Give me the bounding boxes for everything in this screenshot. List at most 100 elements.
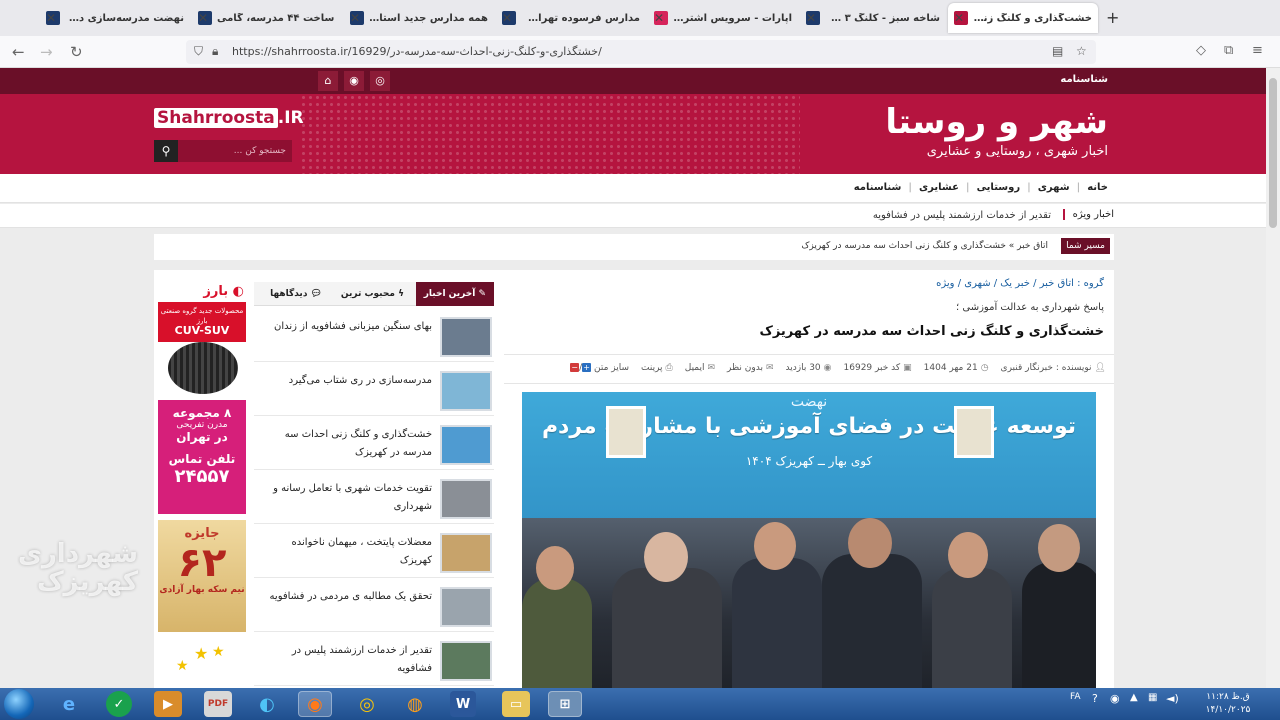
stars-advertisement[interactable]: ★ ★ ★ [158,638,246,688]
nav-item-rural[interactable]: روستایی [977,182,1021,193]
article-headline: خشت‌گذاری و کلنگ زنی احداث سه مدرسه در ک… [759,324,1104,339]
tab-close-icon[interactable]: ✕ [46,11,56,25]
news-thumbnail[interactable] [440,479,492,519]
volume-icon[interactable]: ◄) [1166,692,1179,705]
news-thumbnail[interactable] [440,425,492,465]
nav-item-urban[interactable]: شهری [1038,182,1070,193]
tab-close-icon[interactable]: ✕ [806,11,816,25]
language-indicator[interactable]: FA [1070,692,1081,702]
file-explorer-icon[interactable]: ▭ [502,691,530,717]
navigation-toolbar: ← → ↻ ⛉ 🔒︎ https://shahrroosta.ir/16929/… [0,36,1280,68]
tab-most-popular[interactable]: ϟ محبوب ترین [333,282,412,306]
menu-icon[interactable]: ≡ [1252,43,1263,58]
article-groups[interactable]: گروه : اتاق خبر / خبر یک / شهری / ویژه [936,278,1104,289]
tab-close-icon[interactable]: ✕ [654,11,664,25]
browser-tab-4[interactable]: مدارس فرسوده تهران از چرا ✕ [496,3,646,33]
list-item[interactable]: تقویت خدمات شهری با تعامل رسانه و شهردار… [254,472,494,524]
nav-item-home[interactable]: خانه [1087,182,1108,193]
browser-tab-3[interactable]: همه مدارس جدید استان تهران ✕ [344,3,494,33]
system-clock[interactable]: ق.ظ ۱۱:۲۸ ۱۴/۱۰/۲۰۲۵ [1198,691,1258,717]
address-bar[interactable]: ⛉ 🔒︎ https://shahrroosta.ir/16929/خشتگذا… [186,40,1096,64]
reader-view-icon[interactable]: ▤ [1052,44,1063,58]
breadcrumb-label: مسیر شما [1061,238,1110,254]
list-item[interactable]: تحقق یک مطالبه ی مردمی در فشافویه [254,580,494,632]
home-icon[interactable]: ⌂ [318,71,338,91]
font-decrease-icon[interactable]: − [570,363,580,372]
list-item[interactable]: معضلات پایتخت ، میهمان ناخوانده کهریزک [254,526,494,578]
remote-desktop-icon[interactable]: ⊞ [548,691,582,717]
firefox-tray-icon[interactable]: ◉ [1110,692,1120,705]
bookmark-star-icon[interactable]: ☆ [1076,44,1087,58]
news-thumbnail[interactable] [440,371,492,411]
tab-comments[interactable]: 💬︎ دیدگاهها [262,282,330,306]
search-icon[interactable]: ⚲ [154,140,178,162]
main-navigation: خانه | شهری | روستایی | عشایری | شناسنامه [0,174,1266,203]
chrome-icon[interactable]: ◎ [350,691,384,717]
browser-tab-active[interactable]: خشت‌گذاری و کلنگ زنی احد ✕ [948,3,1098,33]
scrollbar-thumb[interactable] [1269,78,1277,228]
tire-advertisement[interactable]: ◐ بارز محصولات جدید گروه صنعتی بارز CUV-… [158,282,246,394]
reload-icon[interactable]: ↻ [70,43,83,61]
list-item[interactable]: تقدیر از خدمات ارزشمند پلیس در فشافویه [254,634,494,686]
windows-start-icon[interactable] [4,689,34,719]
star-icon: ★ [194,644,209,663]
browser-tab-5[interactable]: آپارات - سرویس اشتراک ویدئو ✕ [648,3,798,33]
barez-logo-icon: ◐ [228,284,244,299]
shield-app-icon[interactable]: ✓ [106,691,132,717]
breadcrumb-path[interactable]: اتاق خبر » خشت‌گذاری و کلنگ زنی احداث سه… [801,241,1048,251]
list-item[interactable]: بهای سنگین میزبانی فشافویه از زندان [254,310,494,362]
news-thumbnail[interactable] [440,641,492,681]
new-tab-icon[interactable]: + [1106,8,1119,27]
internet-explorer-icon[interactable]: e [52,691,86,717]
recreation-advertisement[interactable]: ۸ مجموعه مدرن تفریحی در تهران تلفن تماس … [158,400,246,514]
tab-close-icon[interactable]: ✕ [502,11,512,25]
extensions-icon[interactable]: ⧉ [1224,43,1233,58]
barez-logo: ◐ بارز [203,284,244,299]
rss-icon[interactable]: ◉ [344,71,364,91]
help-icon[interactable]: ? [1092,692,1098,705]
tab-close-icon[interactable]: ✕ [350,11,360,25]
list-item[interactable]: مدرسه‌سازی در ری شتاب می‌گیرد [254,364,494,416]
network-icon[interactable]: ▦ [1148,692,1157,703]
site-brand[interactable]: Shahrroosta .IR [154,108,304,128]
nav-item-identity[interactable]: شناسنامه [854,182,902,193]
news-thumbnail[interactable] [440,587,492,627]
meta-email[interactable]: ✉ایمیل [685,363,715,373]
firefox-icon[interactable]: ◉ [298,691,332,717]
page-scrollbar[interactable] [1266,68,1280,688]
pocket-icon[interactable]: ◇ [1196,43,1206,58]
list-item[interactable]: خشت‌گذاری و کلنگ زنی احداث سه مدرسه در ک… [254,418,494,470]
app-icon-orange[interactable]: ◍ [398,691,432,717]
prize-advertisement[interactable]: جایزه ۶۲ نیم سکه بهار آزادی [158,520,246,632]
search-input[interactable] [181,143,286,159]
browser-tab-1[interactable]: نهضت مدرسه‌سازی در مشه ✕ [40,3,190,33]
municipality-watermark: شهرداری کهریزک [18,539,138,597]
url-text[interactable]: https://shahrroosta.ir/16929/خشتگذاری-و-… [232,45,602,58]
browser-tab-6[interactable]: شاخه سبز - کلنگ ۳ مدرسه در ✕ [800,3,946,33]
tab-latest-news[interactable]: ✎ آخرین اخبار [415,282,494,306]
shield-icon[interactable]: ⛉ [194,44,203,59]
back-icon[interactable]: ← [12,43,25,61]
pdf-icon[interactable]: PDF [204,691,232,717]
meta-comments[interactable]: ✉بدون نظر [727,363,773,373]
nav-item-nomadic[interactable]: عشایری [919,182,959,193]
font-increase-icon[interactable]: + [582,363,592,372]
lock-icon[interactable]: 🔒︎ [212,44,218,59]
media-player-icon[interactable]: ▶ [154,691,182,717]
instagram-icon[interactable]: ◎ [370,71,390,91]
news-thumbnail[interactable] [440,533,492,573]
edge-icon[interactable]: ◐ [250,691,284,717]
news-thumbnail[interactable] [440,317,492,357]
special-news-text[interactable]: تقدیر از خدمات ارزشمند پلیس در فشافویه [873,210,1051,221]
meta-print[interactable]: ⎙پرینت [641,363,673,373]
browser-tab-2[interactable]: ساخت ۴۴ مدرسه، گامی ✕ [192,3,342,33]
tab-close-icon[interactable]: ✕ [198,11,208,25]
forward-icon[interactable]: → [40,43,53,61]
site-logo-title[interactable]: شهر و روستا [885,102,1108,142]
tray-arrow-icon[interactable]: ▲ [1130,692,1138,703]
meta-font-size: سایز متن +/− [570,363,630,373]
top-link-identity[interactable]: شناسنامه [1060,74,1108,85]
word-icon[interactable]: W [450,691,476,717]
tab-close-icon[interactable]: ✕ [954,11,964,25]
top-strip: شناسنامه ◎ ◉ ⌂ [0,68,1266,94]
